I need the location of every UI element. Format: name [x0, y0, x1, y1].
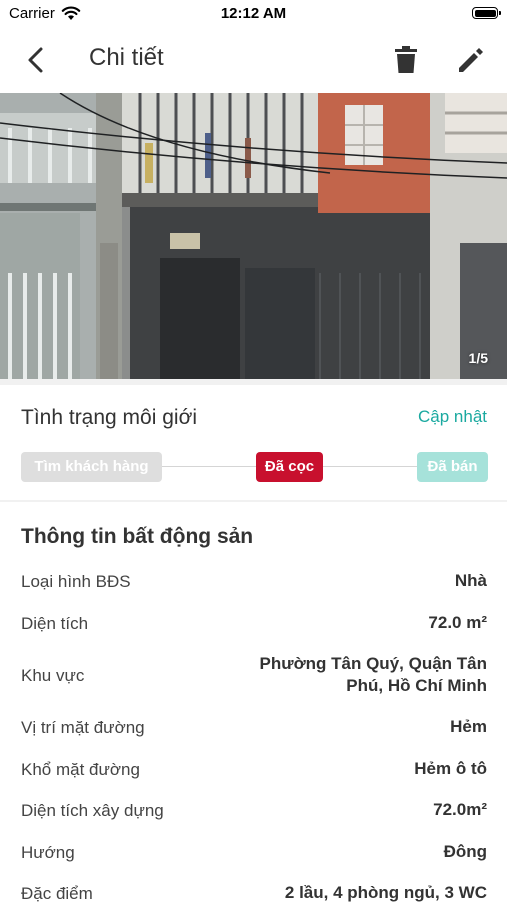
row-label-region: Khu vực — [21, 666, 85, 685]
nav-bar: Chi tiết — [0, 30, 507, 92]
edit-button[interactable] — [455, 44, 487, 76]
pencil-icon — [459, 48, 483, 72]
delete-button[interactable] — [392, 44, 420, 76]
back-button[interactable] — [22, 45, 50, 75]
update-link[interactable]: Cập nhật — [418, 407, 487, 427]
property-photo[interactable]: 1/5 — [0, 93, 507, 379]
step-sold: Đã bán — [417, 452, 488, 482]
row-label-area: Diện tích — [21, 614, 89, 633]
row-label-built-area: Diện tích xây dựng — [21, 801, 164, 820]
clock: 12:12 AM — [220, 5, 287, 22]
status-bar: Carrier 12:12 AM — [0, 0, 507, 30]
row-value-road-width: Hẻm ô tô — [414, 759, 487, 778]
row-value-features: 2 lầu, 4 phòng ngủ, 3 WC — [284, 883, 487, 902]
trash-icon — [395, 46, 417, 73]
row-label-road-position: Vị trí mặt đường — [21, 718, 145, 737]
brokerage-status-section: Tình trạng môi giới Cập nhật Tìm khách h… — [0, 384, 507, 500]
section-title: Tình trạng môi giới — [21, 406, 198, 429]
row-label-direction: Hướng — [21, 843, 75, 862]
chevron-left-icon — [28, 47, 43, 73]
row-value-built-area: 72.0m² — [433, 800, 487, 819]
property-info-section: Thông tin bất động sản Loại hình BĐS Nhà… — [0, 502, 507, 903]
row-value-direction: Đông — [443, 842, 487, 861]
section-title: Thông tin bất động sản — [21, 525, 254, 548]
row-label-road-width: Khổ mặt đường — [21, 760, 140, 779]
row-value-property-type: Nhà — [454, 571, 487, 590]
house-facade-image — [0, 93, 507, 379]
page-title: Chi tiết — [89, 44, 164, 71]
row-value-road-position: Hẻm — [450, 717, 487, 736]
battery-icon — [472, 7, 501, 19]
row-label-property-type: Loại hình BĐS — [21, 572, 131, 591]
row-label-features: Đặc điểm — [21, 884, 93, 903]
stepper-connector — [323, 466, 417, 467]
step-deposited: Đã cọc — [256, 452, 323, 482]
step-find-customer: Tìm khách hàng — [21, 452, 162, 482]
stepper-connector — [162, 466, 256, 467]
photo-counter: 1/5 — [468, 350, 488, 366]
row-value-region: Phường Tân Quý, Quận Tân Phú, Hồ Chí Min… — [259, 654, 487, 695]
row-value-area: 72.0 m² — [428, 613, 487, 632]
